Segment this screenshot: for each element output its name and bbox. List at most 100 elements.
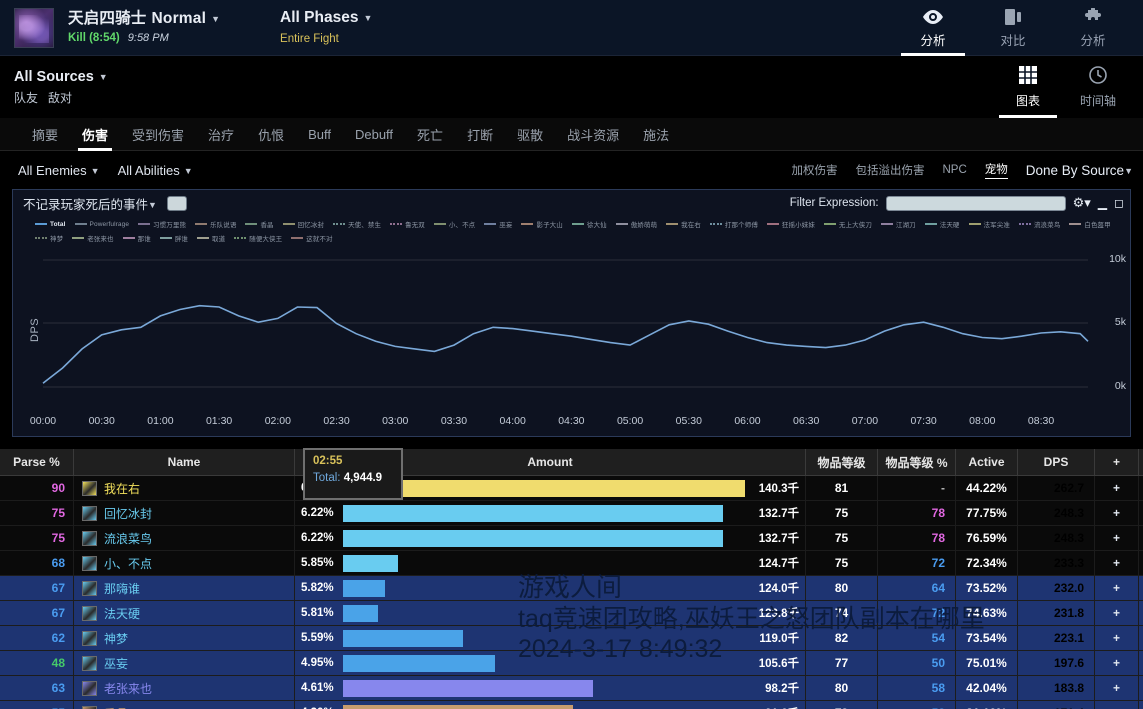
tab-damage-taken[interactable]: 受到伤害 bbox=[120, 118, 196, 151]
tab-healing[interactable]: 治疗 bbox=[196, 118, 246, 151]
legend-item[interactable]: 法军尖准 bbox=[968, 218, 1010, 230]
expand-row-button[interactable]: + bbox=[1095, 501, 1139, 525]
table-row[interactable]: 48 巫妄 4.95% 105.6千 77 50 75.01% 197.6 + bbox=[0, 651, 1143, 676]
tab-buffs[interactable]: Buff bbox=[296, 118, 343, 151]
legend-item[interactable]: Total bbox=[35, 218, 66, 230]
table-row[interactable]: 75 回忆冰封 6.22% 132.7千 75 78 77.75% 248.3 + bbox=[0, 501, 1143, 526]
cell-name[interactable]: 我在右 bbox=[74, 476, 295, 500]
fight-title-row[interactable]: 天启四骑士 Normal ▼ bbox=[68, 10, 220, 27]
legend-item[interactable]: 胖谁 bbox=[159, 232, 188, 244]
tab-resources[interactable]: 战斗资源 bbox=[555, 118, 631, 151]
cell-name[interactable]: 法天硬 bbox=[74, 601, 295, 625]
view-chart[interactable]: 图表 bbox=[993, 56, 1063, 118]
minimize-icon[interactable]: ▁ bbox=[1098, 196, 1107, 210]
table-column-header[interactable]: 物品等级 bbox=[806, 449, 878, 475]
cell-name[interactable]: 巫妄 bbox=[74, 651, 295, 675]
cell-name[interactable]: 香晶 bbox=[74, 701, 295, 709]
legend-item[interactable]: 我在右 bbox=[666, 218, 701, 230]
expand-row-button[interactable]: + bbox=[1095, 476, 1139, 500]
legend-item[interactable]: 神梦 bbox=[35, 232, 63, 244]
done-by-source-selector[interactable]: Done By Source▼ bbox=[1026, 163, 1133, 178]
table-column-header[interactable]: DPS bbox=[1018, 449, 1095, 475]
table-column-header[interactable]: + bbox=[1095, 449, 1139, 475]
table-row[interactable]: 75 流浪菜鸟 6.22% 132.7千 75 78 76.59% 248.3 + bbox=[0, 526, 1143, 551]
legend-item[interactable]: 傲娇萌萌 bbox=[615, 218, 657, 230]
legend-item[interactable]: 徐大仙 bbox=[571, 218, 607, 230]
enemies-filter[interactable]: All Enemies ▼ bbox=[18, 163, 100, 178]
legend-item[interactable]: 无上大侠刀 bbox=[823, 218, 872, 230]
legend-item[interactable]: 江湖刀 bbox=[880, 218, 916, 230]
legend-item[interactable]: 打那个师傅 bbox=[709, 218, 758, 230]
legend-item[interactable]: 那谁 bbox=[122, 232, 151, 244]
view-timeline[interactable]: 时间轴 bbox=[1063, 56, 1133, 118]
expand-row-button[interactable]: + bbox=[1095, 626, 1139, 650]
expand-row-button[interactable]: + bbox=[1095, 651, 1139, 675]
tab-damage-done[interactable]: 伤害 bbox=[70, 118, 120, 151]
legend-item[interactable]: 流浪菜鸟 bbox=[1018, 218, 1060, 230]
expand-row-button[interactable]: + bbox=[1095, 551, 1139, 575]
cell-name[interactable]: 小、不点 bbox=[74, 551, 295, 575]
legend-item[interactable]: 老张来也 bbox=[72, 232, 114, 244]
gear-icon[interactable]: ⚙▾ bbox=[1073, 195, 1091, 211]
sources-selector[interactable]: All Sources ▼ bbox=[14, 70, 108, 85]
toggle-weighted-damage[interactable]: 加权伤害 bbox=[791, 162, 837, 178]
tab-casts[interactable]: 施法 bbox=[631, 118, 681, 151]
maximize-icon[interactable]: ◻ bbox=[1114, 196, 1124, 210]
legend-item[interactable]: 回忆冰封 bbox=[282, 218, 324, 230]
tab-summary[interactable]: 摘要 bbox=[20, 118, 70, 151]
tab-dispels[interactable]: 驱散 bbox=[505, 118, 555, 151]
friendly-toggle[interactable]: 队友 bbox=[14, 92, 38, 104]
death-events-dropdown[interactable]: 不记录玩家死后的事件▼ bbox=[23, 194, 157, 213]
expand-row-button[interactable]: + bbox=[1095, 576, 1139, 600]
cell-name[interactable]: 那嗨谁 bbox=[74, 576, 295, 600]
table-column-header[interactable]: 物品等级 % bbox=[878, 449, 956, 475]
toggle-pets[interactable]: 宠物 bbox=[984, 161, 1008, 179]
legend-item[interactable]: 香晶 bbox=[245, 218, 274, 230]
legend-item[interactable]: 鲁无双 bbox=[390, 218, 425, 230]
expand-row-button[interactable]: + bbox=[1095, 526, 1139, 550]
legend-item[interactable]: 乐队说语 bbox=[195, 218, 236, 230]
tab-threat[interactable]: 仇恨 bbox=[246, 118, 296, 151]
table-column-header[interactable]: Name bbox=[74, 449, 295, 475]
phase-selector[interactable]: All Phases ▼ bbox=[280, 10, 372, 26]
tab-deaths[interactable]: 死亡 bbox=[405, 118, 455, 151]
legend-item[interactable]: Powerfulrage bbox=[74, 218, 130, 230]
expand-row-button[interactable]: + bbox=[1095, 701, 1139, 709]
cell-name[interactable]: 老张来也 bbox=[74, 676, 295, 700]
legend-item[interactable]: 影子大山 bbox=[521, 218, 563, 230]
legend-item[interactable]: 小、不点 bbox=[433, 218, 475, 230]
table-row[interactable]: 63 老张来也 4.61% 98.2千 80 58 42.04% 183.8 + bbox=[0, 676, 1143, 701]
legend-item[interactable]: 白色盔甲 bbox=[1069, 218, 1111, 230]
table-row[interactable]: 62 神梦 5.59% 119.0千 82 54 73.54% 223.1 + bbox=[0, 626, 1143, 651]
top-action-compare[interactable]: 对比 bbox=[973, 0, 1053, 56]
enemy-toggle[interactable]: 敌对 bbox=[48, 92, 72, 104]
table-row[interactable]: 90我在右6.58%140.3千81-44.22%262.7+ bbox=[0, 476, 1143, 501]
top-action-plugin[interactable]: 分析 bbox=[1053, 0, 1133, 56]
legend-item[interactable]: 取道 bbox=[197, 232, 225, 244]
legend-item[interactable]: 习惯万里熊 bbox=[138, 218, 186, 230]
table-row[interactable]: 67 那嗨谁 5.82% 124.0千 80 64 73.52% 232.0 + bbox=[0, 576, 1143, 601]
legend-item[interactable]: 这就不对 bbox=[291, 232, 333, 244]
legend-item[interactable]: 法天硬 bbox=[924, 218, 960, 230]
legend-item[interactable]: 天使、禁生 bbox=[333, 218, 381, 230]
cell-name[interactable]: 神梦 bbox=[74, 626, 295, 650]
top-action-analyze[interactable]: 分析 bbox=[893, 0, 973, 56]
legend-item[interactable]: 巫妄 bbox=[484, 218, 512, 230]
table-column-header[interactable]: Active bbox=[956, 449, 1018, 475]
table-column-header[interactable]: Parse % bbox=[0, 449, 74, 475]
tab-interrupts[interactable]: 打断 bbox=[455, 118, 505, 151]
cell-name[interactable]: 流浪菜鸟 bbox=[74, 526, 295, 550]
expand-row-button[interactable]: + bbox=[1095, 676, 1139, 700]
toggle-include-overkill[interactable]: 包括溢出伤害 bbox=[855, 162, 924, 178]
table-row[interactable]: 55 香晶 4.30% 91.6千 795281.10%171.4+ bbox=[0, 701, 1143, 709]
toggle-npc[interactable]: NPC bbox=[942, 164, 966, 176]
color-swatch-button[interactable] bbox=[166, 195, 187, 211]
abilities-filter[interactable]: All Abilities ▼ bbox=[118, 163, 193, 178]
legend-item[interactable]: 狂摇小妹妹 bbox=[766, 218, 815, 230]
filter-expression-input[interactable] bbox=[885, 195, 1066, 211]
table-row[interactable]: 68 小、不点 5.85% 124.7千 75 72 72.34% 233.3 + bbox=[0, 551, 1143, 576]
expand-row-button[interactable]: + bbox=[1095, 601, 1139, 625]
table-row[interactable]: 67 法天硬 5.81% 123.8千 74 72 74.63% 231.8 + bbox=[0, 601, 1143, 626]
tab-debuffs[interactable]: Debuff bbox=[343, 118, 405, 151]
cell-name[interactable]: 回忆冰封 bbox=[74, 501, 295, 525]
